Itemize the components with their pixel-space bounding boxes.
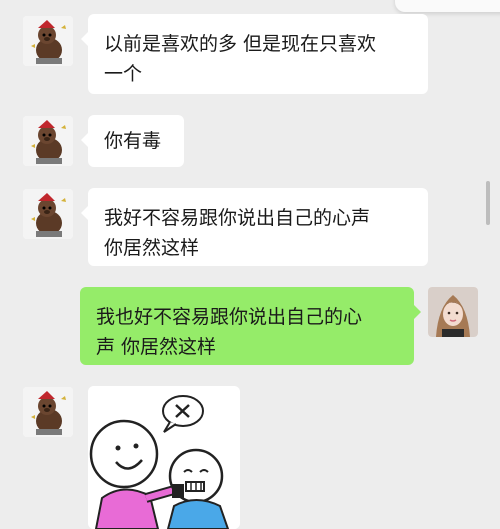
message-bubble-received[interactable]: 以前是喜欢的多 但是现在只喜欢 一个: [81, 14, 428, 94]
bear-doll-icon: [23, 387, 73, 437]
message-bubble-received[interactable]: 你有毒: [81, 115, 184, 167]
bear-doll-icon: [23, 16, 73, 66]
my-avatar[interactable]: [428, 287, 478, 337]
sticker-message[interactable]: [88, 386, 240, 529]
contact-avatar[interactable]: [23, 116, 73, 166]
contact-avatar[interactable]: [23, 387, 73, 437]
message-bubble-received[interactable]: 我好不容易跟你说出自己的心声 你居然这样: [81, 188, 428, 266]
scrollbar[interactable]: [486, 181, 490, 225]
contact-avatar[interactable]: [23, 189, 73, 239]
girl-selfie-icon: [428, 287, 478, 337]
message-bubble-sent[interactable]: 我也好不容易跟你说出自己的心 声 你居然这样: [80, 287, 421, 365]
top-popup-menu: [395, 0, 500, 12]
two-cartoon-figures-sticker: [88, 386, 240, 529]
contact-avatar[interactable]: [23, 16, 73, 66]
bear-doll-icon: [23, 116, 73, 166]
bear-doll-icon: [23, 189, 73, 239]
